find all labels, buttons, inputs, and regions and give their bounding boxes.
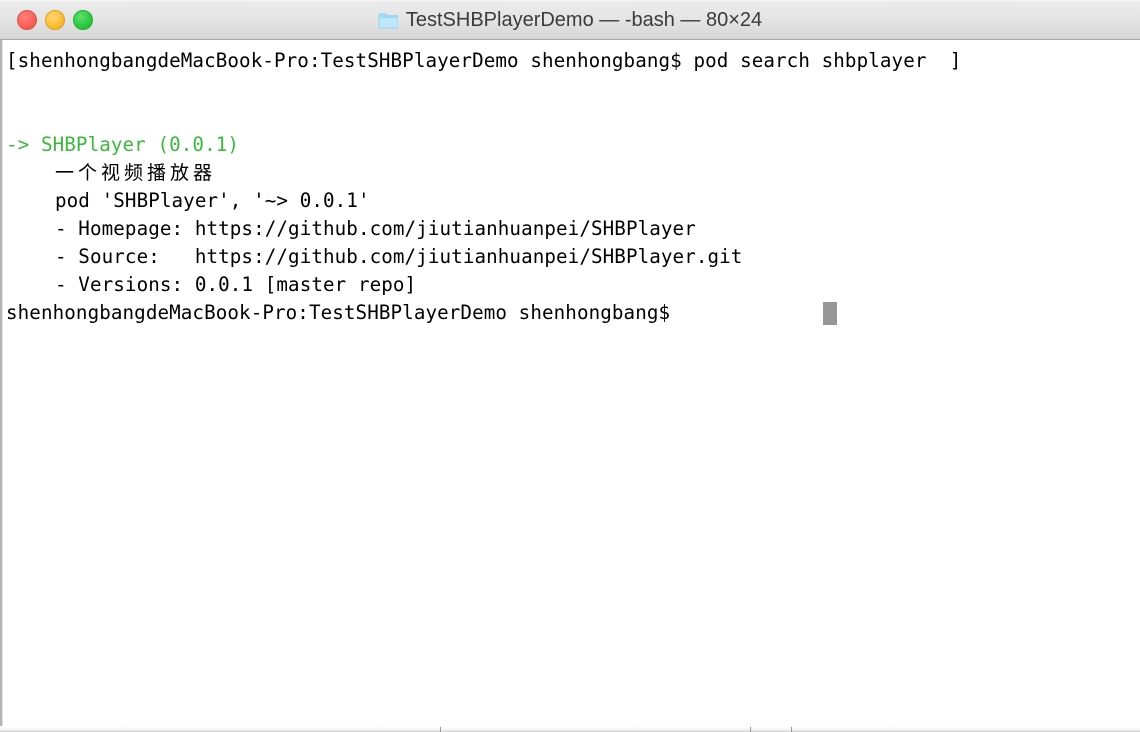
terminal-window[interactable]: TestSHBPlayerDemo — -bash — 80×24 [shenh…	[0, 0, 1140, 732]
terminal-screen[interactable]: [shenhongbangdeMacBook-Pro:TestSHBPlayer…	[0, 40, 1140, 732]
terminal-line-homepage: - Homepage: https://github.com/jiutianhu…	[55, 217, 696, 240]
terminal-bottom-edge	[0, 726, 1140, 732]
terminal-line-podfile: pod 'SHBPlayer', '~> 0.0.1'	[55, 189, 370, 212]
terminal-body[interactable]: [shenhongbangdeMacBook-Pro:TestSHBPlayer…	[0, 40, 1140, 732]
terminal-line-pod-name: -> SHBPlayer (0.0.1)	[6, 133, 240, 156]
folder-icon	[378, 13, 398, 29]
bottom-divider-tick-2	[750, 727, 751, 732]
title-bar[interactable]: TestSHBPlayerDemo — -bash — 80×24	[0, 0, 1140, 40]
terminal-line-prompt: shenhongbangdeMacBook-Pro:TestSHBPlayerD…	[0, 299, 1140, 327]
terminal-line-description: 一个视频播放器	[55, 162, 217, 184]
terminal-line-command: [shenhongbangdeMacBook-Pro:TestSHBPlayer…	[6, 49, 962, 72]
text-cursor	[823, 302, 837, 325]
terminal-line-blank-2	[0, 103, 1140, 131]
terminal-line-versions: - Versions: 0.0.1 [master repo]	[55, 273, 417, 296]
terminal-line-source: - Source: https://github.com/jiutianhuan…	[55, 245, 743, 268]
bottom-divider-tick-3	[791, 727, 792, 732]
window-controls	[17, 10, 93, 30]
window-title: TestSHBPlayerDemo — -bash — 80×24	[405, 8, 763, 31]
close-button[interactable]	[17, 10, 37, 30]
maximize-button[interactable]	[73, 10, 93, 30]
prompt-text: shenhongbangdeMacBook-Pro:TestSHBPlayerD…	[6, 301, 682, 324]
bottom-divider-tick-1	[440, 727, 441, 732]
minimize-button[interactable]	[45, 10, 65, 30]
title-bar-center: TestSHBPlayerDemo — -bash — 80×24	[0, 0, 1140, 40]
terminal-line-blank-1	[0, 75, 1140, 103]
